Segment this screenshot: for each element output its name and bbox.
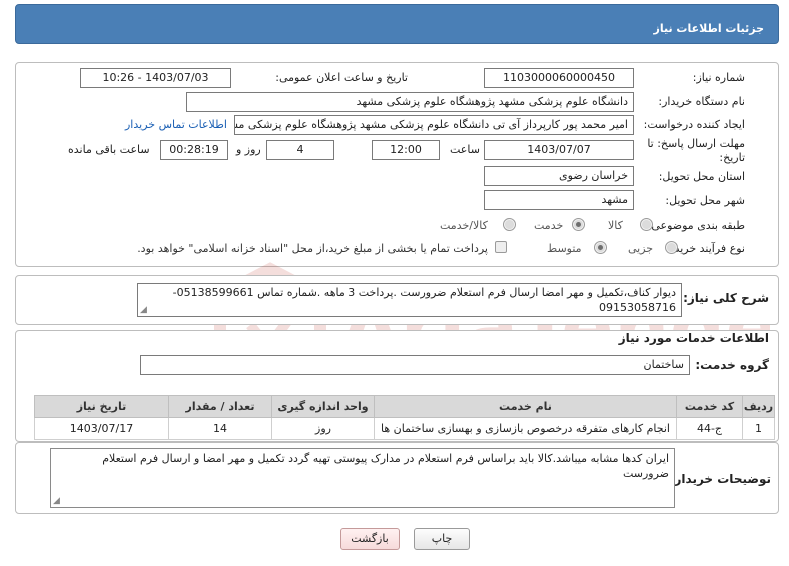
buyer-org-label: نام دستگاه خریدار: — [658, 95, 745, 108]
cell-unit: روز — [271, 417, 375, 440]
buyer-notes-text: ایران کدها مشابه میباشد.کالا باید براساس… — [50, 448, 675, 508]
services-table-header: ردیف کد خدمت نام خدمت واحد اندازه گیری ت… — [34, 395, 775, 418]
deadline-time-label: ساعت — [450, 143, 480, 156]
cell-row: 1 — [742, 417, 775, 440]
back-button[interactable]: بازگشت — [340, 528, 400, 550]
resize-grip-icon: ◢ — [140, 305, 147, 315]
col-row: ردیف — [742, 395, 775, 418]
category-goods-service-label: کالا/خدمت — [440, 219, 488, 232]
cell-service-code: ج-44 — [676, 417, 743, 440]
treasury-note: پرداخت تمام یا بخشی از مبلغ خرید،از محل … — [137, 242, 488, 255]
summary-text: دیوار کناف،تکمیل و مهر امضا ارسال فرم اس… — [137, 283, 682, 317]
category-goods-radio[interactable] — [640, 218, 653, 231]
process-medium-radio[interactable] — [594, 241, 607, 254]
cell-quantity: 14 — [168, 417, 272, 440]
page-title: جزئیات اطلاعات نیاز — [653, 22, 765, 35]
services-table: ردیف کد خدمت نام خدمت واحد اندازه گیری ت… — [34, 395, 775, 440]
category-goods-label: کالا — [608, 219, 623, 232]
deadline-date-field: 1403/07/07 — [484, 140, 634, 160]
category-label: طبقه بندی موضوعی: — [647, 219, 745, 232]
city-label: شهر محل تحویل: — [665, 194, 745, 207]
category-service-radio[interactable] — [572, 218, 585, 231]
announce-datetime-field: 1403/07/03 - 10:26 — [80, 68, 231, 88]
buyer-notes-label: توضیحات خریدار: — [669, 472, 771, 486]
category-service-label: خدمت — [534, 219, 564, 232]
buyer-contact-link[interactable]: اطلاعات تماس خریدار — [125, 118, 227, 131]
col-service-code: کد خدمت — [676, 395, 743, 418]
cell-need-date: 1403/07/17 — [34, 417, 169, 440]
col-service-name: نام خدمت — [374, 395, 677, 418]
province-field: خراسان رضوی — [484, 166, 634, 186]
requester-field: امیر محمد پور کارپرداز آی تی دانشگاه علو… — [234, 115, 634, 135]
treasury-checkbox[interactable] — [495, 241, 507, 253]
cell-service-name: انجام کارهای متفرقه درخصوص بازسازی و بهس… — [374, 417, 677, 440]
city-field: مشهد — [484, 190, 634, 210]
process-medium-label: متوسط — [547, 242, 582, 255]
province-label: استان محل تحویل: — [658, 170, 745, 183]
requester-label: ایجاد کننده درخواست: — [643, 118, 745, 131]
process-minor-label: جزیی — [628, 242, 654, 255]
need-number-field: 1103000060000450 — [484, 68, 634, 88]
process-minor-radio[interactable] — [665, 241, 678, 254]
table-row: 1 ج-44 انجام کارهای متفرقه درخصوص بازساز… — [34, 417, 775, 440]
announce-datetime-label: تاریخ و ساعت اعلان عمومی: — [275, 71, 408, 84]
services-section-title: اطلاعات خدمات مورد نیاز — [618, 331, 769, 345]
remaining-time-field: 00:28:19 — [160, 140, 228, 160]
category-goods-service-radio[interactable] — [503, 218, 516, 231]
col-quantity: تعداد / مقدار — [168, 395, 272, 418]
resize-grip-icon: ◢ — [53, 496, 60, 506]
process-label: نوع فرآیند خرید : — [667, 242, 745, 255]
remaining-days-label: روز و — [236, 143, 261, 156]
buyer-org-field: دانشگاه علوم پزشکی مشهد پژوهشگاه علوم پز… — [186, 92, 634, 112]
deadline-time-field: 12:00 — [372, 140, 440, 160]
service-group-label: گروه خدمت: — [695, 358, 769, 372]
col-unit: واحد اندازه گیری — [271, 395, 375, 418]
remaining-time-label: ساعت باقی مانده — [68, 143, 150, 156]
remaining-days-field: 4 — [266, 140, 334, 160]
print-button[interactable]: چاپ — [414, 528, 470, 550]
service-group-field: ساختمان — [140, 355, 690, 375]
summary-label: شرح کلی نیاز: — [683, 291, 769, 305]
col-need-date: تاریخ نیاز — [34, 395, 169, 418]
page-header: جزئیات اطلاعات نیاز — [15, 4, 779, 44]
deadline-label: مهلت ارسال پاسخ: تا تاریخ: — [647, 137, 745, 164]
need-number-label: شماره نیاز: — [692, 71, 745, 84]
